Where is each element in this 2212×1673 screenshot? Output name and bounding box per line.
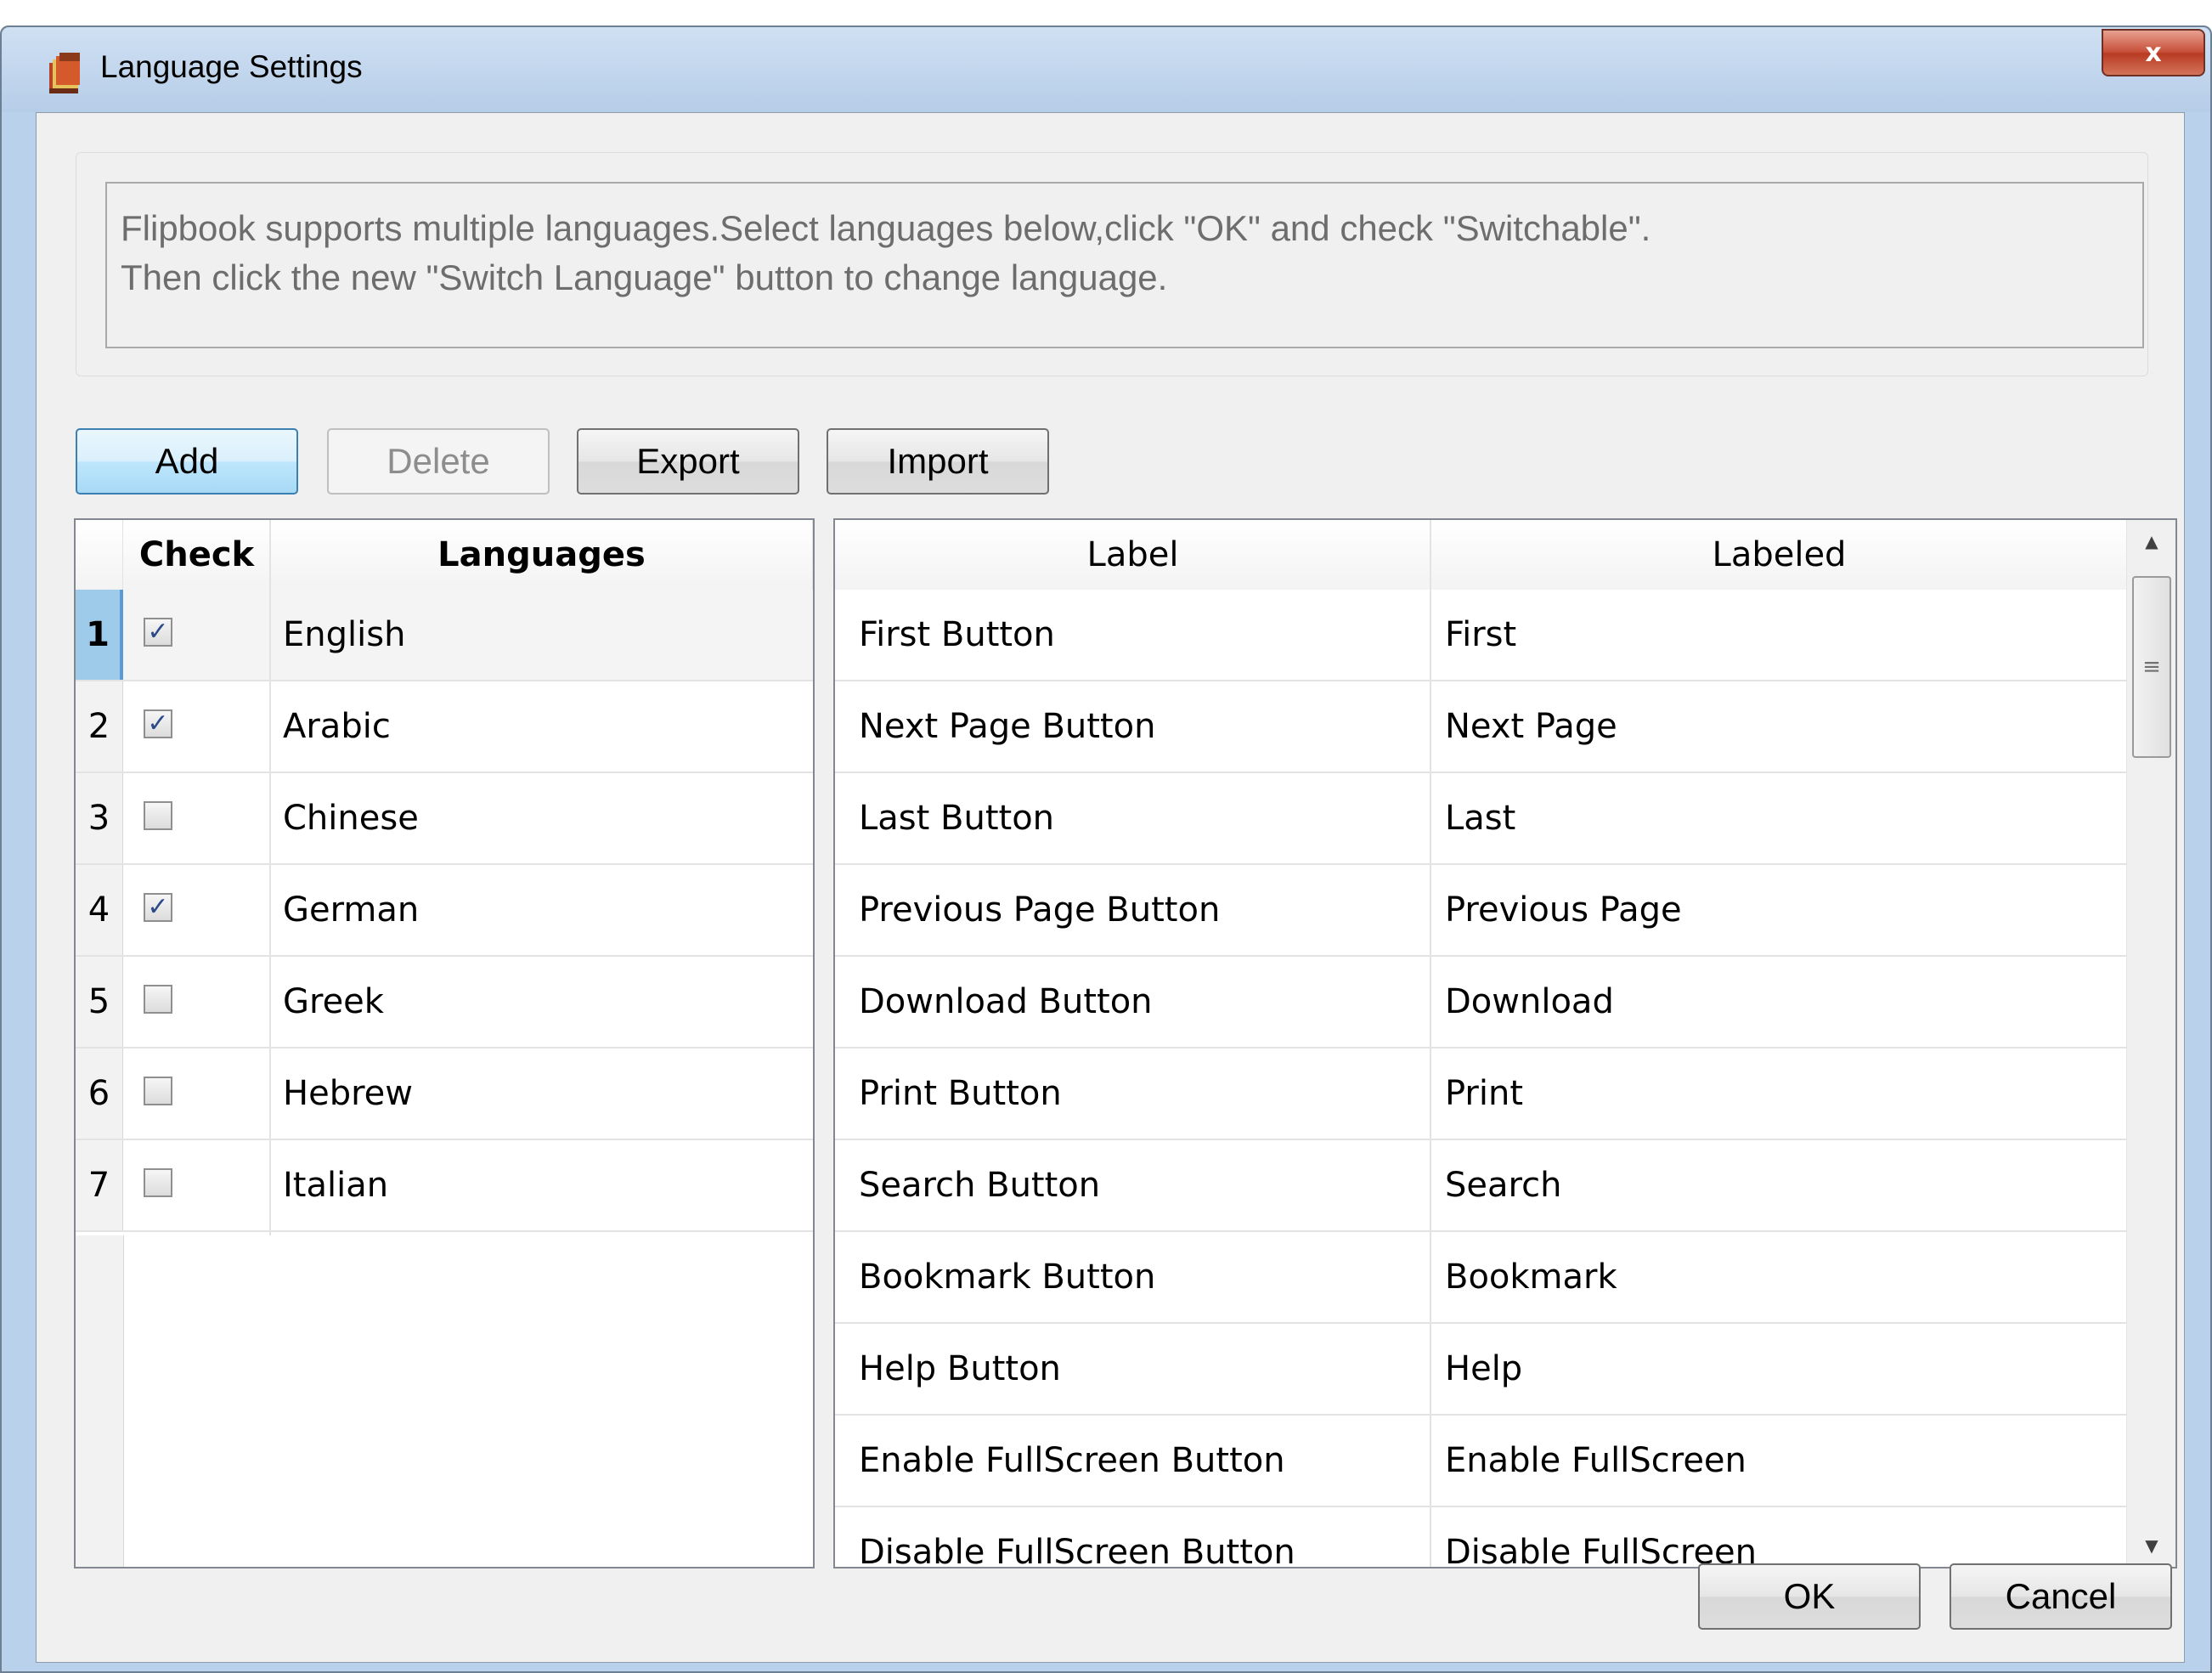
language-name: Chinese <box>283 799 419 838</box>
check-icon: ✓ <box>147 617 169 647</box>
labeled-cell[interactable]: Next Page <box>1445 681 2108 772</box>
check-column-header[interactable]: Check <box>123 520 271 590</box>
checkbox-checked[interactable]: ✓ <box>144 893 172 922</box>
column-divider <box>269 520 271 1235</box>
check-icon: ✓ <box>147 892 169 922</box>
checkbox-unchecked[interactable] <box>144 801 172 830</box>
checkbox-checked[interactable]: ✓ <box>144 709 172 738</box>
label-cell: Search Button <box>859 1166 1101 1205</box>
scroll-down-icon[interactable]: ▼ <box>2127 1524 2175 1567</box>
title-bar[interactable]: Language Settings x <box>2 27 2210 112</box>
row-number[interactable]: 7 <box>76 1140 123 1230</box>
table-row[interactable]: 7 Italian <box>76 1140 813 1232</box>
row-number[interactable]: 6 <box>76 1048 123 1139</box>
table-row[interactable]: 6 Hebrew <box>76 1048 813 1140</box>
add-button[interactable]: Add <box>76 428 298 495</box>
label-cell: Bookmark Button <box>859 1258 1156 1297</box>
language-name: Hebrew <box>283 1074 413 1113</box>
scroll-up-icon[interactable]: ▲ <box>2127 520 2175 562</box>
table-row[interactable]: 5 Greek <box>76 957 813 1048</box>
table-row[interactable]: Help Button Help <box>835 1324 2128 1416</box>
table-row[interactable]: First Button First <box>835 590 2128 681</box>
ok-button[interactable]: OK <box>1698 1563 1921 1630</box>
table-row[interactable]: Search Button Search <box>835 1140 2128 1232</box>
row-number[interactable]: 2 <box>76 681 123 772</box>
table-row[interactable]: Bookmark Button Bookmark <box>835 1232 2128 1324</box>
table-row[interactable]: 2 ✓ Arabic <box>76 681 813 773</box>
language-name: German <box>283 890 420 930</box>
checkbox-unchecked[interactable] <box>144 1077 172 1105</box>
language-name: Arabic <box>283 707 391 746</box>
labeled-cell[interactable]: Download <box>1445 957 2108 1047</box>
table-row[interactable]: 1 ✓ English <box>76 590 813 681</box>
labeled-cell[interactable]: Print <box>1445 1048 2108 1139</box>
row-number[interactable]: 1 <box>76 590 123 680</box>
language-name: Greek <box>283 982 384 1021</box>
table-row[interactable]: Next Page Button Next Page <box>835 681 2128 773</box>
info-group: Flipbook supports multiple languages.Sel… <box>76 152 2148 376</box>
app-book-icon <box>49 53 80 93</box>
import-button[interactable]: Import <box>827 428 1049 495</box>
table-row[interactable]: Print Button Print <box>835 1048 2128 1140</box>
rownum-header <box>76 520 123 590</box>
table-row[interactable]: Last Button Last <box>835 773 2128 865</box>
table-row[interactable]: 4 ✓ German <box>76 865 813 957</box>
label-cell: Enable FullScreen Button <box>859 1441 1285 1480</box>
label-column-header[interactable]: Label <box>835 520 1431 590</box>
info-text-box: Flipbook supports multiple languages.Sel… <box>105 182 2144 348</box>
labeled-cell[interactable]: Previous Page <box>1445 865 2108 955</box>
language-name: English <box>283 615 406 654</box>
checkbox-checked[interactable]: ✓ <box>144 618 172 647</box>
labeled-column-header[interactable]: Labeled <box>1431 520 2128 590</box>
vertical-scrollbar[interactable]: ▲ ≡ ▼ <box>2126 520 2175 1567</box>
label-cell: Next Page Button <box>859 707 1156 746</box>
row-number[interactable]: 3 <box>76 773 123 863</box>
labeled-cell[interactable]: Enable FullScreen <box>1445 1416 2108 1506</box>
languages-column-header[interactable]: Languages <box>271 520 813 590</box>
scrollbar-thumb[interactable]: ≡ <box>2132 576 2171 758</box>
info-line-1: Flipbook supports multiple languages.Sel… <box>121 208 1651 248</box>
rownum-gutter <box>76 1235 124 1567</box>
label-cell: First Button <box>859 615 1055 654</box>
label-cell: Print Button <box>859 1074 1062 1113</box>
labeled-cell[interactable]: Search <box>1445 1140 2108 1230</box>
label-cell: Disable FullScreen Button <box>859 1533 1295 1568</box>
table-row[interactable]: Enable FullScreen Button Enable FullScree… <box>835 1416 2128 1507</box>
language-name: Italian <box>283 1166 389 1205</box>
label-cell: Last Button <box>859 799 1055 838</box>
close-button[interactable]: x <box>2102 29 2205 76</box>
labeled-cell[interactable]: Help <box>1445 1324 2108 1414</box>
info-line-2: Then click the new "Switch Language" but… <box>121 257 1168 297</box>
check-icon: ✓ <box>147 709 169 738</box>
labels-table[interactable]: Label Labeled First Button First Next Page… <box>833 518 2177 1568</box>
labeled-cell[interactable]: First <box>1445 590 2108 680</box>
checkbox-unchecked[interactable] <box>144 1168 172 1197</box>
column-divider <box>1430 520 1431 1567</box>
label-cell: Help Button <box>859 1349 1061 1388</box>
table-row[interactable]: Disable FullScreen Button Disable FullScr… <box>835 1507 2128 1568</box>
row-number[interactable]: 4 <box>76 865 123 955</box>
checkbox-unchecked[interactable] <box>144 985 172 1014</box>
table-row[interactable]: Previous Page Button Previous Page <box>835 865 2128 957</box>
table-row[interactable]: Download Button Download <box>835 957 2128 1048</box>
labeled-cell[interactable]: Bookmark <box>1445 1232 2108 1322</box>
languages-table[interactable]: Check Languages 1 ✓ English 2 ✓ Arabic 3 Chines… <box>74 518 815 1568</box>
close-icon: x <box>2145 37 2162 68</box>
language-settings-window: Language Settings x Flipbook supports mu… <box>0 25 2212 1673</box>
export-button[interactable]: Export <box>577 428 799 495</box>
window-title: Language Settings <box>100 49 363 84</box>
table-row[interactable]: 3 Chinese <box>76 773 813 865</box>
delete-button[interactable]: Delete <box>327 428 550 495</box>
dialog-body: Flipbook supports multiple languages.Sel… <box>36 112 2185 1663</box>
label-cell: Previous Page Button <box>859 890 1221 930</box>
labeled-cell[interactable]: Disable FullScreen <box>1445 1507 2108 1567</box>
cancel-button[interactable]: Cancel <box>1950 1563 2172 1630</box>
labeled-cell[interactable]: Last <box>1445 773 2108 863</box>
row-number[interactable]: 5 <box>76 957 123 1047</box>
label-cell: Download Button <box>859 982 1153 1021</box>
